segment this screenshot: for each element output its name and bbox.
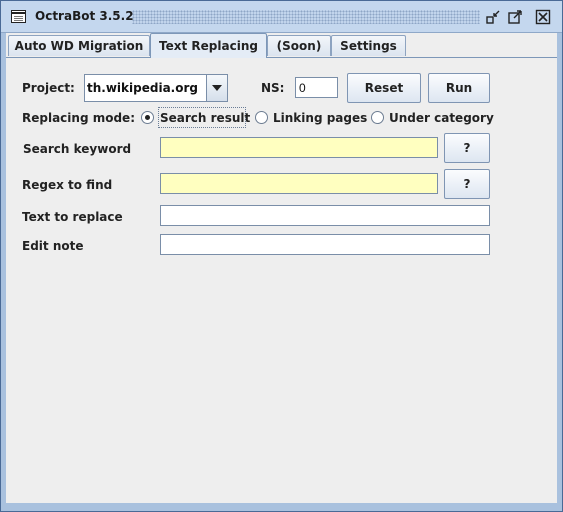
title-bar[interactable]: OctraBot 3.5.2 (1, 1, 562, 33)
app-window: OctraBot 3.5.2 Auto WD Migration Text Re… (0, 0, 563, 512)
radio-under-category[interactable] (371, 111, 384, 124)
project-combobox[interactable]: th.wikipedia.org (84, 74, 228, 102)
app-window-icon (11, 10, 26, 23)
close-icon[interactable] (535, 9, 552, 25)
text-to-replace-input[interactable] (160, 205, 490, 226)
radio-under-category-label[interactable]: Under category (389, 111, 494, 125)
ns-input[interactable] (295, 77, 338, 98)
chevron-down-icon[interactable] (206, 75, 227, 101)
search-keyword-help-button[interactable]: ? (444, 133, 490, 163)
ns-label: NS: (261, 81, 285, 95)
reset-button[interactable]: Reset (347, 73, 421, 103)
tab-soon[interactable]: (Soon) (267, 35, 331, 56)
search-keyword-label: Search keyword (23, 142, 132, 156)
radio-search-result-label[interactable]: Search result (160, 111, 250, 125)
title-bar-grip (132, 10, 480, 24)
replacing-mode-label: Replacing mode: (22, 111, 135, 125)
maximize-icon[interactable] (507, 9, 524, 25)
edit-note-label: Edit note (22, 239, 84, 253)
tab-bar: Auto WD Migration Text Replacing (Soon) … (6, 33, 557, 58)
search-keyword-input[interactable] (160, 137, 438, 158)
regex-help-button[interactable]: ? (444, 169, 490, 199)
window-title: OctraBot 3.5.2 (35, 9, 134, 23)
radio-linking-pages-label[interactable]: Linking pages (273, 111, 367, 125)
tab-text-replacing[interactable]: Text Replacing (150, 33, 267, 58)
regex-label: Regex to find (22, 178, 113, 192)
tab-settings[interactable]: Settings (331, 35, 406, 56)
text-to-replace-label: Text to replace (22, 210, 123, 224)
radio-search-result[interactable] (141, 111, 154, 124)
tab-auto-wd-migration[interactable]: Auto WD Migration (8, 35, 150, 56)
minimize-icon[interactable] (485, 9, 502, 25)
project-value: th.wikipedia.org (87, 81, 198, 95)
regex-input[interactable] (160, 173, 438, 194)
content-pane: Auto WD Migration Text Replacing (Soon) … (6, 33, 557, 503)
project-label: Project: (22, 81, 75, 95)
radio-linking-pages[interactable] (255, 111, 268, 124)
edit-note-input[interactable] (160, 234, 490, 255)
run-button[interactable]: Run (428, 73, 490, 103)
